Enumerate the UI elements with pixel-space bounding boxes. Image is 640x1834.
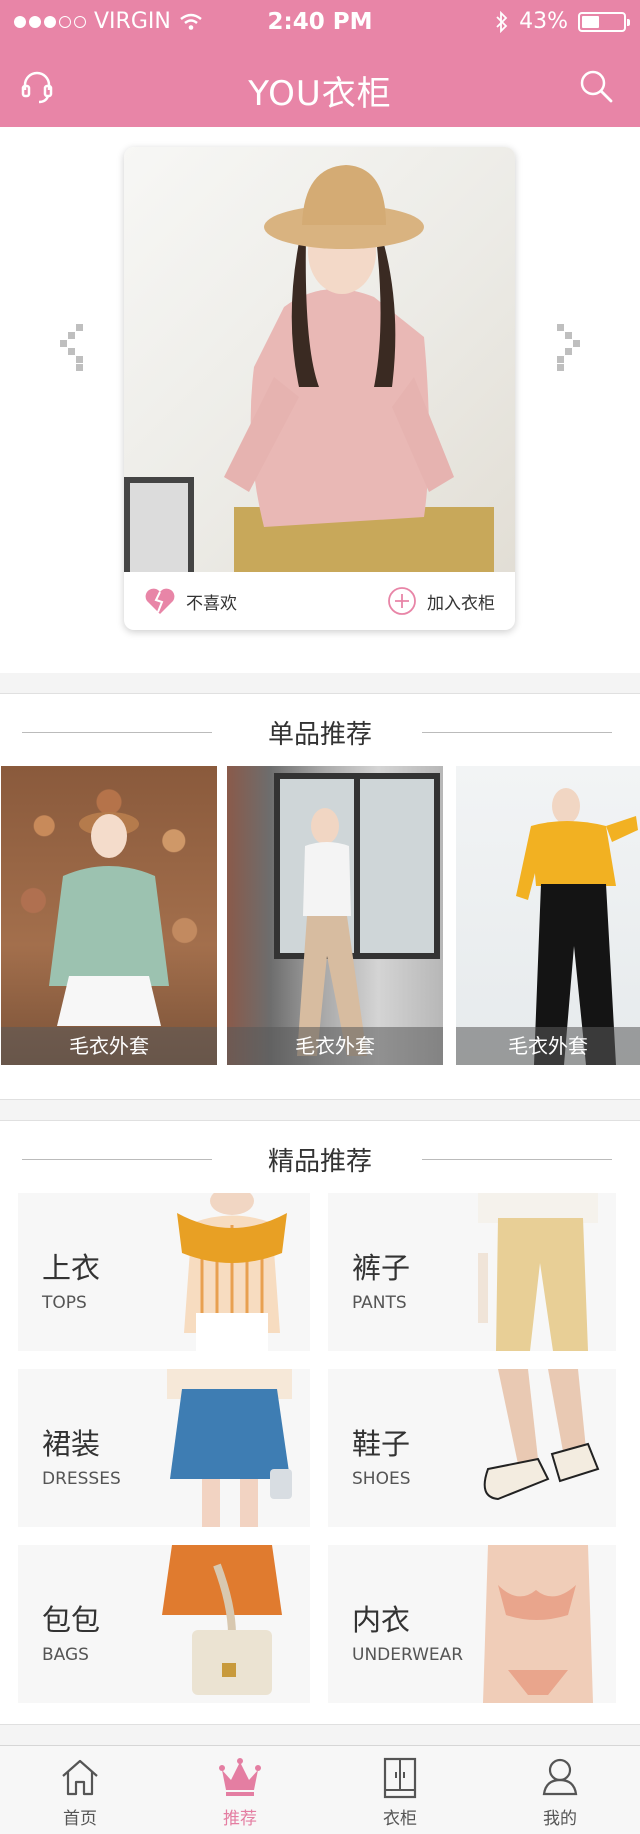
dresses-illustration (167, 1369, 292, 1527)
boutique-section: 精品推荐 上衣 TOPS 裤子 PANTS 裙装 DRESSES 鞋子 SHOE… (0, 1120, 640, 1725)
single-item-card[interactable]: 毛衣外套 (227, 766, 443, 1065)
divider (422, 1159, 612, 1160)
tab-label: 推荐 (223, 1809, 257, 1829)
category-underwear[interactable]: 内衣 UNDERWEAR (328, 1545, 616, 1703)
tab-home[interactable]: 首页 (0, 1746, 160, 1834)
bluetooth-icon (496, 10, 508, 33)
tab-label: 我的 (543, 1809, 577, 1829)
category-name: 上衣 (42, 1251, 101, 1285)
category-subtitle: DRESSES (42, 1469, 121, 1489)
recommendation-carousel: 不喜欢 加入衣柜 (0, 127, 640, 673)
outfit-card[interactable]: 不喜欢 加入衣柜 (124, 147, 515, 630)
item-photo (227, 766, 443, 1065)
category-subtitle: BAGS (42, 1645, 89, 1665)
tab-wardrobe[interactable]: 衣柜 (320, 1746, 480, 1834)
tab-recommend[interactable]: 推荐 (160, 1746, 320, 1834)
outfit-photo (124, 147, 515, 572)
category-name: 鞋子 (352, 1427, 411, 1461)
category-pants[interactable]: 裤子 PANTS (328, 1193, 616, 1351)
broken-heart-icon (145, 588, 175, 614)
top-bar: VIRGIN 2:40 PM 43% YOU衣柜 (0, 0, 640, 127)
add-to-wardrobe-label: 加入衣柜 (427, 593, 495, 614)
single-item-card[interactable]: 毛衣外套 (456, 766, 640, 1065)
next-arrow-icon[interactable] (554, 322, 580, 372)
single-item-card[interactable]: 毛衣外套 (1, 766, 217, 1065)
bottom-tab-bar: 首页 推荐 衣柜 我的 (0, 1745, 640, 1834)
home-icon (62, 1759, 98, 1796)
wardrobe-icon (383, 1757, 417, 1799)
category-subtitle: TOPS (42, 1293, 87, 1313)
category-dresses[interactable]: 裙装 DRESSES (18, 1369, 310, 1527)
category-shoes[interactable]: 鞋子 SHOES (328, 1369, 616, 1527)
underwear-illustration (483, 1545, 593, 1703)
item-photo (1, 766, 217, 1065)
battery-icon (578, 11, 630, 32)
add-circle-icon (388, 587, 416, 615)
status-bar: VIRGIN 2:40 PM 43% (0, 0, 640, 44)
crown-icon (219, 1758, 261, 1796)
tops-illustration (177, 1193, 287, 1351)
search-icon[interactable] (578, 68, 618, 108)
tab-label: 衣柜 (383, 1809, 417, 1829)
category-name: 裙装 (42, 1427, 101, 1461)
previous-arrow-icon[interactable] (60, 322, 86, 372)
single-items-section: 单品推荐 毛衣外套 毛衣外套 毛衣外套 (0, 693, 640, 1100)
item-caption: 毛衣外套 (1, 1027, 217, 1065)
add-to-wardrobe-button[interactable]: 加入衣柜 (387, 586, 495, 616)
category-name: 内衣 (352, 1603, 411, 1637)
tab-label: 首页 (63, 1809, 97, 1829)
user-icon (542, 1758, 578, 1796)
page-title: YOU衣柜 (248, 74, 392, 114)
dislike-button[interactable]: 不喜欢 (144, 586, 237, 616)
shoes-illustration (483, 1369, 600, 1501)
bags-illustration (162, 1545, 282, 1695)
dislike-label: 不喜欢 (186, 593, 237, 614)
category-tops[interactable]: 上衣 TOPS (18, 1193, 310, 1351)
pants-illustration (478, 1193, 598, 1351)
category-subtitle: UNDERWEAR (352, 1645, 464, 1665)
category-subtitle: PANTS (352, 1293, 407, 1313)
divider (422, 732, 612, 733)
category-name: 包包 (42, 1603, 101, 1637)
item-caption: 毛衣外套 (227, 1027, 443, 1065)
item-caption: 毛衣外套 (456, 1027, 640, 1065)
category-subtitle: SHOES (352, 1469, 411, 1489)
battery-percent: 43% (519, 9, 568, 34)
tab-me[interactable]: 我的 (480, 1746, 640, 1834)
item-photo (456, 766, 640, 1065)
category-name: 裤子 (352, 1251, 411, 1285)
category-bags[interactable]: 包包 BAGS (18, 1545, 310, 1703)
